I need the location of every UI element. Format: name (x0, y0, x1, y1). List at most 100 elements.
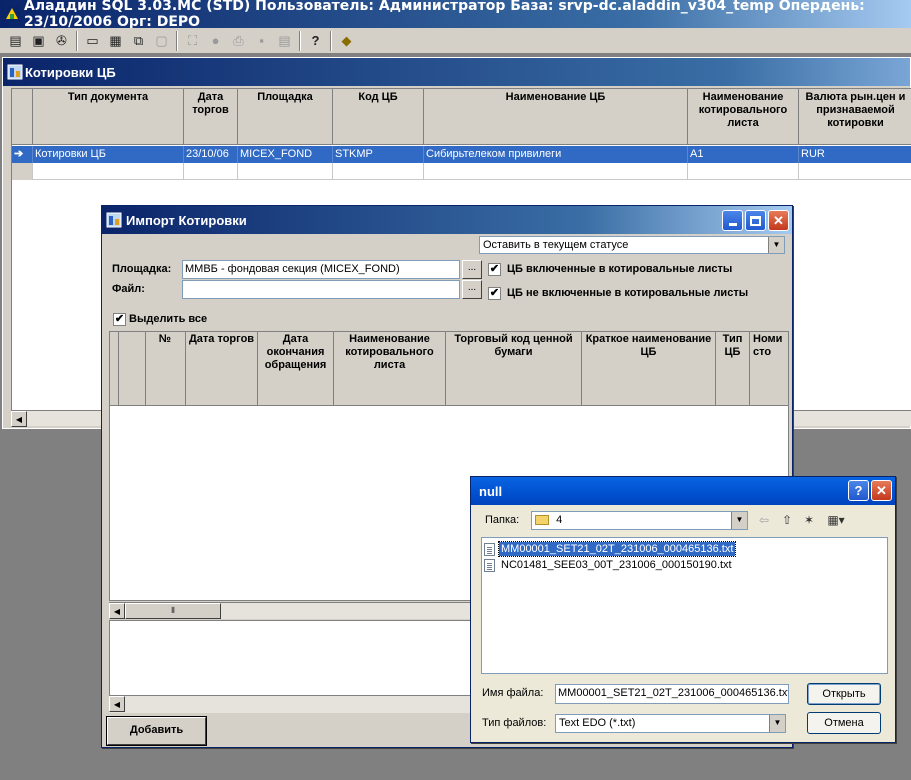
exit-icon[interactable]: ◆ (335, 30, 358, 52)
file-browse-button[interactable]: ... (462, 280, 482, 299)
scroll-left-icon[interactable]: ◀ (11, 411, 27, 427)
list-item[interactable]: NC01481_SEE03_00T_231006_000150190.txt (484, 557, 734, 573)
filetype-select[interactable]: Text EDO (*.txt) ▼ (555, 714, 786, 733)
close-button[interactable]: ✕ (871, 480, 892, 501)
import-grid-header-check (119, 332, 146, 406)
main-toolbar: ▤ ▣ ✇ ▭ ▦ ⧉ ▢ ⛶ ● ⎙ ▪ ▤ ? ◆ (0, 28, 911, 54)
filename-input[interactable]: MM00001_SET21_02T_231006_000465136.txt (555, 684, 789, 704)
toolbar-separator (76, 30, 78, 51)
stop-icon[interactable]: ● (204, 30, 227, 52)
list-item[interactable]: MM00001_SET21_02T_231006_000465136.txt (484, 541, 737, 557)
scroll-thumb[interactable]: ⦀ (125, 603, 221, 619)
calculator-icon[interactable]: ▤ (273, 30, 296, 52)
close-icon: ✕ (773, 212, 784, 228)
close-icon: ✕ (876, 482, 887, 498)
import-grid-header-maturity-date[interactable]: Дата окончания обращения (258, 332, 334, 406)
print-icon[interactable]: ⎙ (227, 30, 250, 52)
file-name: NC01481_SEE03_00T_231006_000150190.txt (501, 559, 732, 571)
select-all-label: Выделить все (129, 313, 208, 325)
file-input[interactable] (182, 280, 460, 299)
site-browse-button[interactable]: ... (462, 260, 482, 279)
status-select-value: Оставить в текущем статусе (483, 239, 629, 251)
scroll-left-icon[interactable]: ◀ (109, 603, 125, 619)
grid-header-security-name[interactable]: Наименование ЦБ (424, 89, 688, 145)
empty-cell (184, 163, 238, 180)
chevron-down-icon[interactable]: ▼ (769, 715, 785, 732)
import-grid-header-trade-code[interactable]: Торговый код ценной бумаги (446, 332, 582, 406)
open-button[interactable]: Открыть (807, 683, 881, 705)
grid-header-quote-list[interactable]: Наименование котировального листа (688, 89, 799, 145)
view-menu-icon[interactable]: ▦▾ (823, 510, 849, 530)
quotes-window-title: Котировки ЦБ (25, 64, 116, 80)
select-all-checkbox[interactable]: ✔ (113, 313, 126, 326)
folder-icon (535, 515, 549, 526)
help-button[interactable]: ? (848, 480, 869, 501)
import-grid-header-quote-list[interactable]: Наименование котировального листа (334, 332, 446, 406)
grid-header-doc-type[interactable]: Тип документа (33, 89, 184, 145)
empty-cell (238, 163, 333, 180)
import-dialog-title-bar: Импорт Котировки (102, 206, 792, 234)
filetype-select-value: Text EDO (*.txt) (559, 717, 636, 729)
cell-trade-date: 23/10/06 (184, 146, 238, 163)
grid-header-site[interactable]: Площадка (238, 89, 333, 145)
report-icon[interactable]: ▤ (4, 30, 27, 52)
site-input[interactable]: ММВБ - фондовая секция (MICEX_FOND) (182, 260, 460, 279)
form-view-icon[interactable]: ▭ (81, 30, 104, 52)
save-icon[interactable]: ▪ (250, 30, 273, 52)
toolbar-separator (176, 30, 178, 51)
filetype-label: Тип файлов: (482, 717, 547, 729)
status-select[interactable]: Оставить в текущем статусе ▼ (479, 236, 785, 254)
folder-select[interactable]: 4 ▼ (531, 511, 748, 530)
empty-cell (424, 163, 688, 180)
scroll-left-icon[interactable]: ◀ (109, 696, 125, 712)
cell-security-name: Сибирьтелеком привилеги (424, 146, 688, 163)
chevron-down-icon[interactable]: ▼ (731, 512, 747, 529)
chevron-down-icon[interactable]: ▼ (768, 237, 784, 253)
text-file-icon (484, 558, 495, 572)
up-folder-icon[interactable]: ⇧ (777, 510, 797, 530)
database-icon[interactable]: ▣ (27, 30, 50, 52)
window-icon[interactable]: ▢ (150, 30, 173, 52)
import-grid-header-number[interactable]: № (146, 332, 186, 406)
back-icon[interactable]: ⇦ (754, 510, 774, 530)
toolbar-separator (330, 30, 332, 51)
import-grid-header-trade-date[interactable]: Дата торгов (186, 332, 258, 406)
file-dialog-title: null (479, 483, 503, 499)
row-marker-icon: ➔ (12, 146, 33, 163)
grid-header-security-code[interactable]: Код ЦБ (333, 89, 424, 145)
included-checkbox[interactable]: ✔ (488, 263, 501, 276)
table-row-empty[interactable] (12, 163, 911, 180)
cancel-button[interactable]: Отмена (807, 712, 881, 734)
new-folder-icon[interactable]: ✶ (799, 510, 819, 530)
grid-view-icon[interactable]: ▦ (104, 30, 127, 52)
empty-cell (333, 163, 424, 180)
import-grid-header-nominal[interactable]: Номи сто (750, 332, 788, 406)
find-icon[interactable]: ⛶ (181, 30, 204, 52)
file-list: MM00001_SET21_02T_231006_000465136.txt N… (481, 537, 888, 674)
window-cascade-icon[interactable]: ⧉ (127, 30, 150, 52)
minimize-icon (728, 223, 737, 226)
grid-header-trade-date[interactable]: Дата торгов (184, 89, 238, 145)
maximize-button[interactable] (745, 210, 766, 231)
minimize-button[interactable] (722, 210, 743, 231)
toolbar-separator (299, 30, 301, 51)
cell-doc-type: Котировки ЦБ (33, 146, 184, 163)
cell-security-code: STKMP (333, 146, 424, 163)
excluded-checkbox-label: ЦБ не включенные в котировальные листы (507, 287, 749, 299)
close-button[interactable]: ✕ (768, 210, 789, 231)
add-button[interactable]: Добавить (107, 717, 206, 745)
folder-label: Папка: (485, 514, 520, 526)
help-icon[interactable]: ? (304, 30, 327, 52)
table-row[interactable]: ➔ Котировки ЦБ 23/10/06 MICEX_FOND STKMP… (12, 146, 911, 163)
file-dialog-title-bar: null (471, 477, 895, 505)
import-grid-header-short-name[interactable]: Краткое наименование ЦБ (582, 332, 716, 406)
import-grid-header-security-type[interactable]: Тип ЦБ (716, 332, 750, 406)
empty-cell (688, 163, 799, 180)
grid-header-currency[interactable]: Валюта рын.цен и признаваемой котировки (799, 89, 911, 145)
window-icon (7, 64, 23, 80)
import-grid-header-indicator (110, 332, 119, 406)
excluded-checkbox[interactable]: ✔ (488, 287, 501, 300)
grid-header-indicator (12, 89, 33, 145)
filter-icon[interactable]: ✇ (50, 30, 73, 52)
import-dialog-title: Импорт Котировки (126, 212, 247, 228)
